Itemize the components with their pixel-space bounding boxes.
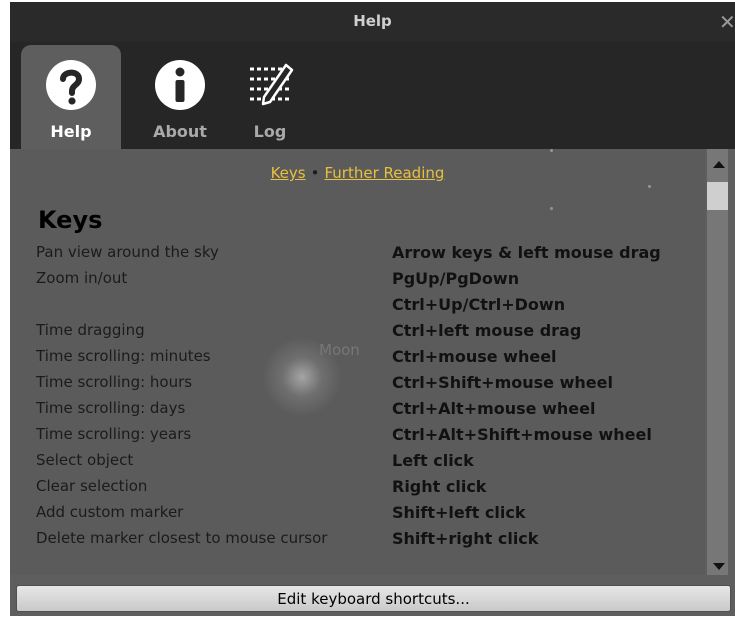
shortcut-key: Right click <box>392 477 487 496</box>
shortcut-row: Time dragging Ctrl+left mouse drag <box>36 321 581 340</box>
shortcut-description: Clear selection <box>36 477 148 495</box>
title-bar[interactable]: Help ✕ <box>10 2 735 42</box>
edit-shortcuts-button[interactable]: Edit keyboard shortcuts... <box>16 585 731 612</box>
shortcut-row: Time scrolling: minutes Ctrl+mouse wheel <box>36 347 557 366</box>
shortcut-key: PgUp/PgDown <box>392 269 520 288</box>
shortcut-description: Zoom in/out <box>36 269 128 287</box>
link-keys[interactable]: Keys <box>271 164 306 182</box>
shortcut-description: Time dragging <box>36 321 145 339</box>
shortcut-description: Time scrolling: days <box>36 399 186 417</box>
link-further-reading[interactable]: Further Reading <box>324 164 444 182</box>
scroll-up-icon[interactable] <box>713 161 725 168</box>
help-content[interactable]: Moon Keys • Further Reading Keys Pan view … <box>10 149 705 575</box>
shortcut-description: Select object <box>36 451 134 469</box>
shortcut-key-alt: Ctrl+Up/Ctrl+Down <box>392 295 566 314</box>
shortcut-key: Shift+right click <box>392 529 539 548</box>
shortcut-key: Shift+left click <box>392 503 526 522</box>
info-icon <box>155 60 205 110</box>
shortcut-row: Time scrolling: hours Ctrl+Shift+mouse w… <box>36 373 613 392</box>
section-links: Keys • Further Reading <box>10 164 705 182</box>
shortcut-key: Left click <box>392 451 474 470</box>
tab-label: About <box>153 122 207 141</box>
scroll-down-icon[interactable] <box>713 563 725 570</box>
vertical-scrollbar[interactable] <box>705 149 735 575</box>
star <box>648 185 651 188</box>
shortcut-key: Ctrl+Alt+Shift+mouse wheel <box>392 425 652 444</box>
section-heading: Keys <box>38 206 103 234</box>
tab-log[interactable]: Log <box>220 45 320 149</box>
shortcut-key: Ctrl+mouse wheel <box>392 347 557 366</box>
question-icon <box>46 60 96 110</box>
window-title: Help <box>353 12 392 30</box>
tab-label: Log <box>253 122 287 141</box>
help-window: Help ✕ Help About Log Moon Keys • Furthe… <box>10 2 735 616</box>
tab-about[interactable]: About <box>130 45 230 149</box>
close-icon[interactable]: ✕ <box>719 10 735 32</box>
shortcut-row: Time scrolling: days Ctrl+Alt+mouse whee… <box>36 399 595 418</box>
scrollbar-thumb[interactable] <box>707 182 728 210</box>
shortcut-key: Ctrl+Shift+mouse wheel <box>392 373 613 392</box>
shortcut-row: Zoom in/out PgUp/PgDown Ctrl+Up/Ctrl+Dow… <box>36 269 565 314</box>
tab-bar: Help About Log <box>10 42 735 149</box>
shortcut-description: Add custom marker <box>36 503 184 521</box>
shortcut-description: Time scrolling: hours <box>36 373 193 391</box>
shortcut-description: Time scrolling: years <box>36 425 192 443</box>
log-icon <box>250 63 294 106</box>
tab-help[interactable]: Help <box>21 45 121 149</box>
shortcut-key: Ctrl+Alt+mouse wheel <box>392 399 596 418</box>
shortcut-row: Pan view around the sky Arrow keys & lef… <box>36 243 661 262</box>
shortcut-description: Delete marker closest to mouse cursor <box>36 529 328 547</box>
shortcut-row: Add custom marker Shift+left click <box>36 503 526 522</box>
star <box>550 207 553 210</box>
shortcut-key: Arrow keys & left mouse drag <box>392 243 661 262</box>
scrollbar-track[interactable] <box>707 149 728 575</box>
shortcut-row: Clear selection Right click <box>36 477 486 496</box>
shortcut-key: Ctrl+left mouse drag <box>392 321 582 340</box>
shortcut-row: Delete marker closest to mouse cursor Sh… <box>36 529 538 548</box>
shortcut-row: Select object Left click <box>36 451 474 470</box>
shortcut-row: Time scrolling: years Ctrl+Alt+Shift+mou… <box>36 425 652 444</box>
star <box>550 149 553 152</box>
footer: Edit keyboard shortcuts... <box>10 575 735 616</box>
shortcut-description: Time scrolling: minutes <box>36 347 211 365</box>
tab-label: Help <box>50 122 92 141</box>
shortcut-description: Pan view around the sky <box>36 243 219 261</box>
link-separator: • <box>310 164 320 182</box>
